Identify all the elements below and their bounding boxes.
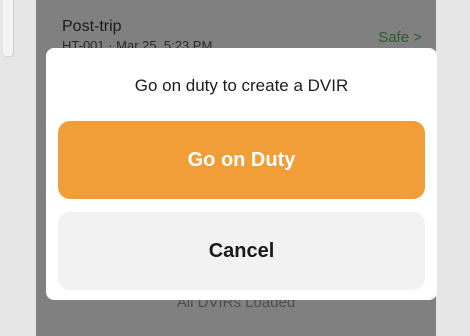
list-item: Post-trip HT-001 · Mar 25, 5:23 PM Safe … [62, 18, 422, 53]
dvir-type-label: Post-trip [62, 18, 122, 35]
scroll-handle[interactable] [3, 0, 14, 57]
dialog-message: Go on duty to create a DVIR [134, 76, 349, 95]
right-edge [436, 0, 470, 336]
cancel-button[interactable]: Cancel [58, 212, 425, 290]
safe-status-link: Safe > [378, 29, 422, 46]
go-on-duty-button[interactable]: Go on Duty [58, 121, 425, 199]
left-edge [0, 0, 36, 336]
go-on-duty-dialog: Go on duty to create a DVIR Go on Duty C… [46, 48, 437, 300]
